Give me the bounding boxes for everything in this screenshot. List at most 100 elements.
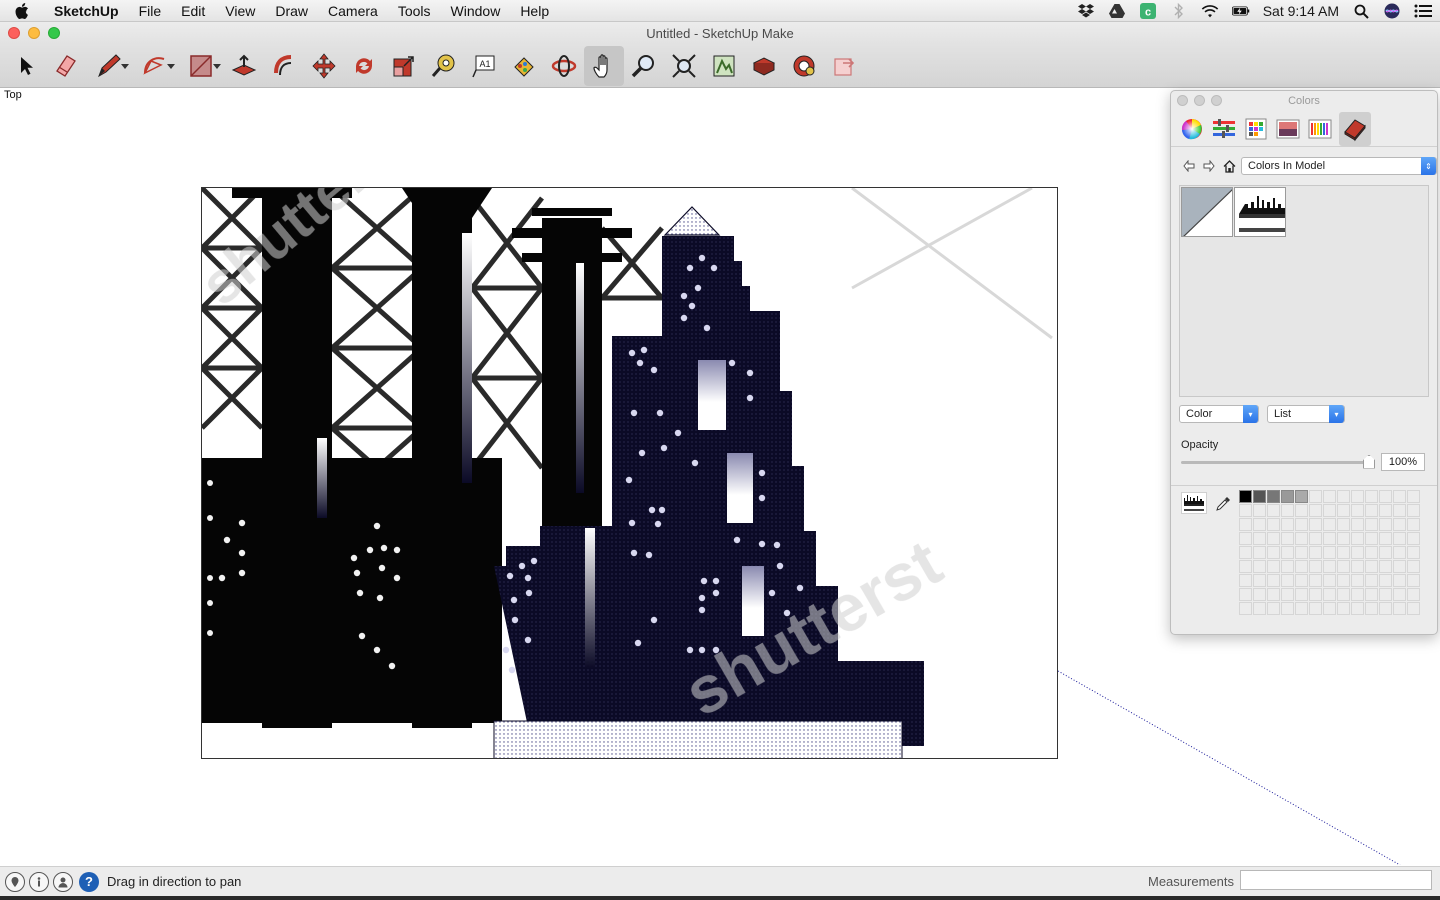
saved-color-cell[interactable] xyxy=(1239,560,1252,573)
saved-color-cell[interactable] xyxy=(1379,574,1392,587)
saved-color-cell[interactable] xyxy=(1407,504,1420,517)
bluetooth-icon[interactable] xyxy=(1170,3,1188,19)
menu-app-sketchup[interactable]: SketchUp xyxy=(44,0,129,22)
credits-info-icon[interactable] xyxy=(29,871,49,892)
saved-color-cell[interactable] xyxy=(1407,560,1420,573)
saved-color-cell[interactable] xyxy=(1337,602,1350,615)
saved-color-cell[interactable] xyxy=(1365,518,1378,531)
saved-color-cell[interactable] xyxy=(1323,504,1336,517)
siri-icon[interactable] xyxy=(1383,3,1401,19)
saved-color-cell[interactable] xyxy=(1295,518,1308,531)
opacity-slider-thumb[interactable] xyxy=(1363,454,1375,469)
saved-color-cell[interactable] xyxy=(1379,504,1392,517)
saved-color-cell[interactable] xyxy=(1253,588,1266,601)
saved-color-cell[interactable] xyxy=(1337,560,1350,573)
saved-color-cell[interactable] xyxy=(1365,532,1378,545)
list-mode-select[interactable]: List ▾ xyxy=(1267,405,1345,423)
saved-color-cell[interactable] xyxy=(1323,602,1336,615)
saved-color-cell[interactable] xyxy=(1281,588,1294,601)
saved-color-cell[interactable] xyxy=(1365,490,1378,503)
saved-color-cell[interactable] xyxy=(1337,490,1350,503)
saved-color-cell[interactable] xyxy=(1379,490,1392,503)
saved-color-cell[interactable] xyxy=(1309,518,1322,531)
saved-color-cell[interactable] xyxy=(1393,504,1406,517)
saved-color-cell[interactable] xyxy=(1337,504,1350,517)
saved-color-cell[interactable] xyxy=(1337,546,1350,559)
text-tool-button[interactable]: A1 xyxy=(464,46,504,86)
saved-color-cell[interactable] xyxy=(1309,532,1322,545)
wifi-icon[interactable] xyxy=(1201,3,1219,19)
saved-color-cell[interactable] xyxy=(1281,518,1294,531)
saved-color-cell[interactable] xyxy=(1239,546,1252,559)
material-swatch-default[interactable] xyxy=(1181,187,1233,237)
saved-color-cell[interactable] xyxy=(1393,602,1406,615)
saved-color-cell[interactable] xyxy=(1309,560,1322,573)
saved-color-cell[interactable] xyxy=(1281,574,1294,587)
eraser-tool-button[interactable] xyxy=(46,46,86,86)
saved-color-cell[interactable] xyxy=(1253,560,1266,573)
saved-color-cell[interactable] xyxy=(1323,532,1336,545)
battery-icon[interactable] xyxy=(1231,3,1250,19)
saved-color-cell[interactable] xyxy=(1407,532,1420,545)
saved-color-cell[interactable] xyxy=(1267,504,1280,517)
color-sliders-tab-icon[interactable] xyxy=(1211,115,1237,143)
saved-color-cell[interactable] xyxy=(1295,532,1308,545)
select-tool-button[interactable] xyxy=(6,46,46,86)
saved-color-cell[interactable] xyxy=(1295,560,1308,573)
saved-color-cell[interactable] xyxy=(1337,532,1350,545)
saved-color-cell[interactable] xyxy=(1379,560,1392,573)
saved-color-cell[interactable] xyxy=(1309,602,1322,615)
saved-color-cell[interactable] xyxy=(1267,574,1280,587)
menu-edit[interactable]: Edit xyxy=(171,0,215,22)
saved-color-cell[interactable] xyxy=(1351,560,1364,573)
menu-file[interactable]: File xyxy=(129,0,172,22)
saved-color-cell[interactable] xyxy=(1351,518,1364,531)
saved-color-cell[interactable] xyxy=(1379,532,1392,545)
instructor-help-icon[interactable]: ? xyxy=(79,871,99,892)
library-select[interactable]: Colors In Model ⇕ xyxy=(1241,157,1437,175)
saved-color-cell[interactable] xyxy=(1267,588,1280,601)
saved-color-cell[interactable] xyxy=(1407,490,1420,503)
saved-color-cell[interactable] xyxy=(1267,490,1280,503)
saved-color-cell[interactable] xyxy=(1393,532,1406,545)
saved-color-cell[interactable] xyxy=(1365,574,1378,587)
orbit-tool-button[interactable] xyxy=(544,46,584,86)
saved-color-cell[interactable] xyxy=(1351,490,1364,503)
push-pull-tool-button[interactable] xyxy=(224,46,264,86)
tape-measure-tool-button[interactable] xyxy=(424,46,464,86)
saved-color-cell[interactable] xyxy=(1281,490,1294,503)
follow-me-tool-button[interactable] xyxy=(264,46,304,86)
saved-color-cell[interactable] xyxy=(1351,532,1364,545)
dropbox-icon[interactable] xyxy=(1077,3,1095,19)
saved-color-cell[interactable] xyxy=(1309,504,1322,517)
saved-color-cell[interactable] xyxy=(1323,546,1336,559)
saved-color-cell[interactable] xyxy=(1267,602,1280,615)
saved-color-cell[interactable] xyxy=(1323,574,1336,587)
saved-color-cell[interactable] xyxy=(1379,602,1392,615)
measurements-input[interactable] xyxy=(1240,870,1432,890)
saved-color-cell[interactable] xyxy=(1365,602,1378,615)
notification-center-icon[interactable] xyxy=(1414,3,1432,19)
saved-color-cell[interactable] xyxy=(1295,588,1308,601)
saved-color-cell[interactable] xyxy=(1323,490,1336,503)
send-to-layout-button[interactable] xyxy=(824,46,864,86)
saved-color-cell[interactable] xyxy=(1407,574,1420,587)
zoom-tool-button[interactable] xyxy=(624,46,664,86)
saved-color-cell[interactable] xyxy=(1295,602,1308,615)
rotate-tool-button[interactable] xyxy=(344,46,384,86)
arc-tool-button[interactable] xyxy=(132,46,178,86)
materials-tab-icon[interactable] xyxy=(1339,111,1371,146)
saved-color-cell[interactable] xyxy=(1393,574,1406,587)
eyedropper-icon[interactable] xyxy=(1215,496,1231,515)
saved-color-cell[interactable] xyxy=(1281,560,1294,573)
saved-color-cell[interactable] xyxy=(1323,560,1336,573)
saved-colors-grid[interactable] xyxy=(1239,490,1420,615)
panel-minimize-button[interactable] xyxy=(1194,95,1205,106)
saved-color-cell[interactable] xyxy=(1281,504,1294,517)
menu-draw[interactable]: Draw xyxy=(265,0,318,22)
saved-color-cell[interactable] xyxy=(1323,518,1336,531)
apple-menu-icon[interactable] xyxy=(0,2,44,19)
extension-warehouse-button[interactable] xyxy=(744,46,784,86)
saved-color-cell[interactable] xyxy=(1407,588,1420,601)
forward-arrow-icon[interactable] xyxy=(1201,158,1217,174)
